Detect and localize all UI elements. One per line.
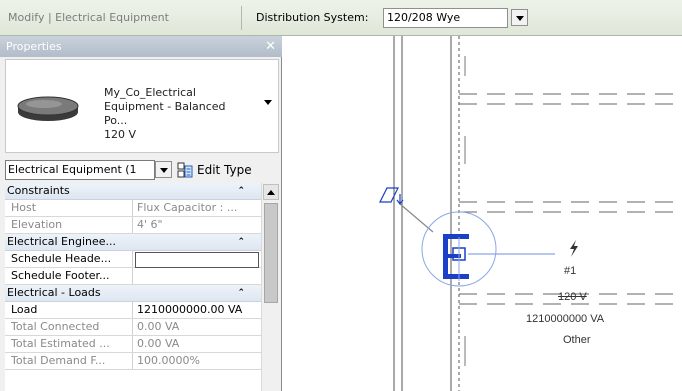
type-selector[interactable]: My_Co_Electrical Equipment - Balanced Po… <box>5 59 279 153</box>
scroll-thumb[interactable] <box>264 203 278 303</box>
property-value: Flux Capacitor : ... <box>137 201 238 214</box>
property-value: 0.00 VA <box>137 320 180 333</box>
properties-palette: Properties ✕ My_Co_Electrical Equipment … <box>0 36 282 391</box>
context-label: Modify | Electrical Equipment <box>0 6 242 30</box>
drawing-svg <box>379 36 682 391</box>
close-icon[interactable]: ✕ <box>265 36 276 57</box>
distribution-system-value[interactable]: 120/208 Wye <box>383 8 508 28</box>
properties-title: Properties <box>6 40 62 53</box>
equipment-thumbnail-icon <box>17 96 79 121</box>
property-key: Schedule Heade... <box>5 251 133 267</box>
drawing-area[interactable]: #1 120 V 1210000000 VA Other <box>283 36 682 391</box>
distribution-system-label: Distribution System: <box>256 11 369 24</box>
instance-filter-select[interactable]: Electrical Equipment (1 <box>5 160 172 180</box>
property-row-load: Load 1210000000.00 VA <box>5 302 261 319</box>
edit-type-icon <box>177 162 193 178</box>
type-family-line: My_Co_Electrical <box>104 86 196 99</box>
electrical-equipment-symbol <box>443 234 469 279</box>
properties-title-bar: Properties ✕ <box>0 36 282 57</box>
property-key: Host <box>5 200 133 216</box>
property-value: 0.00 VA <box>137 337 180 350</box>
load-label: 1210000000 VA <box>526 313 605 325</box>
schedule-header-input[interactable] <box>135 252 259 268</box>
property-key: Schedule Footer... <box>5 268 133 284</box>
property-key: Elevation <box>5 217 133 233</box>
circuit-number-label: #1 <box>564 265 577 277</box>
group-label: Electrical - Loads <box>7 286 101 299</box>
property-row-schedule-header: Schedule Heade... <box>5 251 261 268</box>
type-name-line: Equipment - Balanced Po... <box>104 100 226 127</box>
property-key: Total Demand F... <box>5 353 133 369</box>
property-value: 100.0000% <box>137 354 200 367</box>
property-row-total-estimated: Total Estimated ... 0.00 VA <box>5 336 261 353</box>
lightning-icon <box>570 240 578 257</box>
group-constraints[interactable]: Constraints ⌃ <box>5 183 261 200</box>
type-voltage-line: 120 V <box>104 128 137 141</box>
group-electrical-loads[interactable]: Electrical - Loads ⌃ <box>5 285 261 302</box>
chevron-down-icon[interactable] <box>511 9 528 26</box>
group-label: Electrical Enginee... <box>7 235 117 248</box>
type-dropdown-icon[interactable] <box>264 100 272 105</box>
property-row-total-demand: Total Demand F... 100.0000% <box>5 353 261 370</box>
property-key: Total Connected <box>5 319 133 335</box>
property-row-total-connected: Total Connected 0.00 VA <box>5 319 261 336</box>
scroll-up-icon[interactable] <box>263 184 279 200</box>
host-marker-icon <box>379 187 404 205</box>
chevron-down-icon[interactable] <box>155 161 172 178</box>
collapse-icon[interactable]: ⌃ <box>237 285 245 301</box>
property-key: Total Estimated ... <box>5 336 133 352</box>
property-key: Load <box>5 302 133 318</box>
group-label: Constraints <box>7 184 70 197</box>
property-row-host: Host Flux Capacitor : ... <box>5 200 261 217</box>
type-label: Other <box>563 334 591 346</box>
property-grid-scrollbar[interactable] <box>261 183 279 391</box>
collapse-icon[interactable]: ⌃ <box>237 234 245 250</box>
distribution-system-select[interactable]: 120/208 Wye <box>383 8 528 28</box>
type-name: My_Co_Electrical Equipment - Balanced Po… <box>104 86 244 142</box>
collapse-icon[interactable]: ⌃ <box>237 183 245 199</box>
options-bar: Modify | Electrical Equipment Distributi… <box>0 0 682 36</box>
property-grid: Constraints ⌃ Host Flux Capacitor : ... … <box>5 183 261 391</box>
voltage-label: 120 V <box>558 291 587 303</box>
property-value: 4' 6" <box>137 218 163 231</box>
property-row-elevation: Elevation 4' 6" <box>5 217 261 234</box>
schedule-footer-input[interactable] <box>135 268 261 284</box>
instance-filter-value[interactable]: Electrical Equipment (1 <box>5 160 155 180</box>
group-electrical-engineering[interactable]: Electrical Enginee... ⌃ <box>5 234 261 251</box>
property-row-schedule-footer: Schedule Footer... <box>5 268 261 285</box>
edit-type-label: Edit Type <box>197 163 252 177</box>
edit-type-button[interactable]: Edit Type <box>177 160 277 180</box>
load-input[interactable]: 1210000000.00 VA <box>135 302 261 318</box>
